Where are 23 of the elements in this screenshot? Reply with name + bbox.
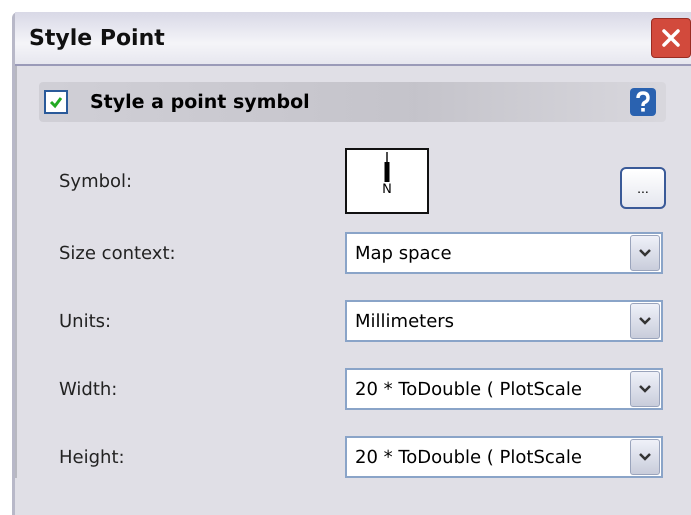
checkbox[interactable]	[44, 90, 68, 114]
window-title: Style Point	[29, 26, 165, 50]
dropdown[interactable]: 20 * ToDouble ( PlotScale	[345, 436, 663, 478]
dropdown-value: Millimeters	[354, 310, 456, 332]
field-label: Width:	[59, 378, 118, 400]
dropdown[interactable]: 20 * ToDouble ( PlotScale	[345, 368, 663, 410]
marker-icon	[383, 152, 391, 182]
dropdown-value: 20 * ToDouble ( PlotScale	[354, 378, 583, 400]
dropdown-value: 20 * ToDouble ( PlotScale	[354, 446, 583, 468]
field-label: Symbol:	[59, 170, 134, 192]
checkbox-label: Style a point symbol	[90, 91, 311, 113]
checkmark-icon	[49, 95, 63, 109]
browse-button[interactable]: ...	[620, 167, 666, 209]
close-icon	[660, 27, 682, 49]
dropdown[interactable]: Millimeters	[345, 300, 663, 342]
field-label: Size context:	[59, 242, 177, 264]
symbol-letter: N	[382, 182, 392, 198]
field-label: Units:	[59, 310, 112, 332]
dropdown-value: Map space	[354, 242, 453, 264]
dropdown[interactable]: Map space	[345, 232, 663, 274]
field-label: Height:	[59, 446, 126, 468]
close-button[interactable]	[651, 18, 691, 58]
help-icon[interactable]	[630, 88, 656, 116]
